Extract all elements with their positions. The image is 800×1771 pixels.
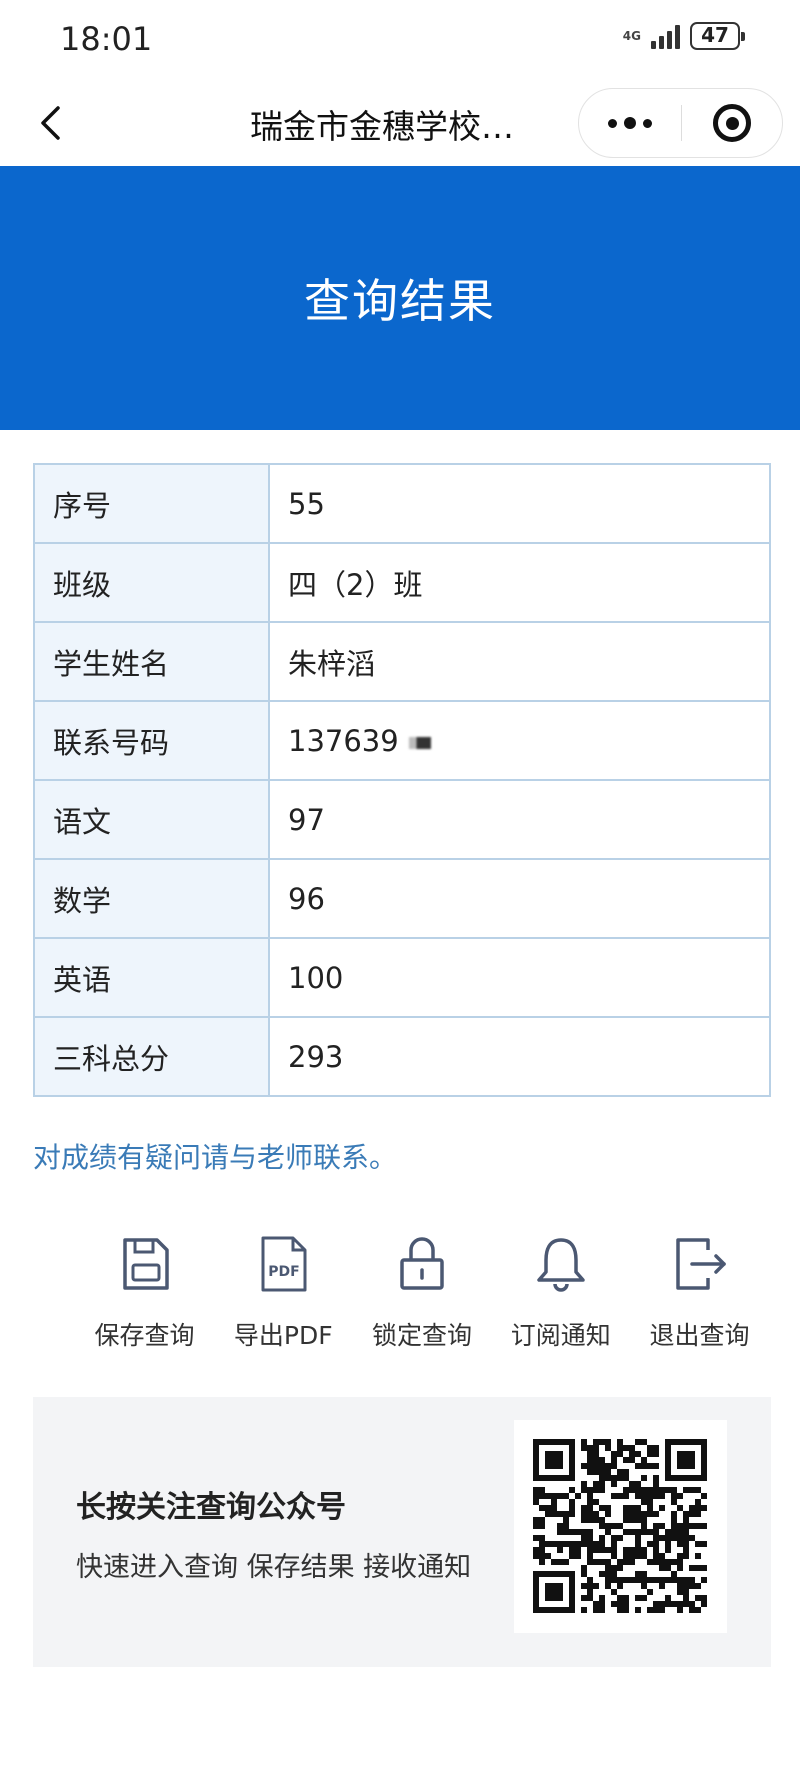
- svg-text:PDF: PDF: [269, 1264, 300, 1280]
- back-button[interactable]: [26, 98, 76, 148]
- row-value: 97: [268, 779, 771, 860]
- row-label: 联系号码: [33, 700, 270, 781]
- result-table: 序号 55 班级 四（2）班 学生姓名 朱梓滔 联系号码 137639 语文 9…: [33, 463, 771, 1097]
- table-row: 语文 97: [33, 779, 771, 860]
- row-value: 55: [268, 463, 771, 544]
- row-label: 三科总分: [33, 1016, 270, 1097]
- table-row: 班级 四（2）班: [33, 542, 771, 623]
- battery-icon: 47: [690, 22, 745, 50]
- row-label: 数学: [33, 858, 270, 939]
- save-icon: [122, 1238, 169, 1290]
- table-row: 学生姓名 朱梓滔: [33, 621, 771, 702]
- table-row: 英语 100: [33, 937, 771, 1018]
- action-label: 订阅通知: [510, 1321, 611, 1350]
- row-label: 学生姓名: [33, 621, 270, 702]
- status-bar: 18:01 4G 47: [0, 0, 800, 80]
- status-time: 18:01: [60, 20, 153, 58]
- row-value: 100: [268, 937, 771, 1018]
- row-value: 96: [268, 858, 771, 939]
- row-value-phone: 137639: [268, 700, 771, 781]
- promo-subtitle: 快速进入查询 保存结果 接收通知: [76, 1552, 472, 1583]
- row-label: 序号: [33, 463, 270, 544]
- mini-program-capsule: [578, 88, 783, 158]
- row-value: 293: [268, 1016, 771, 1097]
- save-query-button[interactable]: 保存查询: [82, 1232, 207, 1352]
- chevron-left-icon: [41, 106, 60, 140]
- pdf-icon: PDF: [261, 1236, 307, 1292]
- phone-number: 137639: [288, 723, 399, 758]
- exit-icon: [675, 1238, 726, 1290]
- export-pdf-button[interactable]: PDF 导出PDF: [221, 1232, 346, 1352]
- table-row: 数学 96: [33, 858, 771, 939]
- action-label: 锁定查询: [371, 1321, 472, 1350]
- table-row: 三科总分 293: [33, 1016, 771, 1097]
- row-label: 语文: [33, 779, 270, 860]
- action-label: 导出PDF: [233, 1321, 333, 1350]
- result-banner: 查询结果: [0, 166, 800, 430]
- banner-title: 查询结果: [304, 274, 496, 328]
- table-row: 联系号码 137639: [33, 700, 771, 781]
- close-button[interactable]: [682, 89, 782, 157]
- subscribe-notice-button[interactable]: 订阅通知: [498, 1232, 623, 1352]
- redaction-mark: [408, 736, 431, 749]
- follow-account-card: 长按关注查询公众号 快速进入查询 保存结果 接收通知: [33, 1397, 771, 1667]
- action-bar: 保存查询 PDF 导出PDF 锁定查询 订阅通知 退出查询: [82, 1232, 762, 1352]
- promo-title: 长按关注查询公众号: [76, 1490, 346, 1525]
- row-value: 四（2）班: [268, 542, 771, 623]
- row-value: 朱梓滔: [268, 621, 771, 702]
- network-label: 4G: [622, 29, 641, 43]
- contact-teacher-notice: 对成绩有疑问请与老师联系。: [33, 1141, 398, 1174]
- row-label: 班级: [33, 542, 270, 623]
- status-indicators: 4G 47: [622, 22, 745, 50]
- page-title: 瑞金市金穗学校…: [250, 107, 514, 146]
- action-label: 退出查询: [649, 1321, 750, 1350]
- signal-icon: [651, 23, 680, 49]
- target-icon: [713, 104, 752, 142]
- qr-code[interactable]: [514, 1420, 727, 1633]
- row-label: 英语: [33, 937, 270, 1018]
- qr-code-image: [533, 1439, 707, 1613]
- exit-query-button[interactable]: 退出查询: [637, 1232, 762, 1352]
- action-label: 保存查询: [94, 1321, 195, 1350]
- table-row: 序号 55: [33, 463, 771, 544]
- bell-icon: [537, 1238, 585, 1292]
- more-button[interactable]: [579, 89, 681, 157]
- lock-icon: [400, 1237, 444, 1290]
- nav-bar: 瑞金市金穗学校…: [0, 80, 800, 166]
- lock-query-button[interactable]: 锁定查询: [360, 1232, 485, 1352]
